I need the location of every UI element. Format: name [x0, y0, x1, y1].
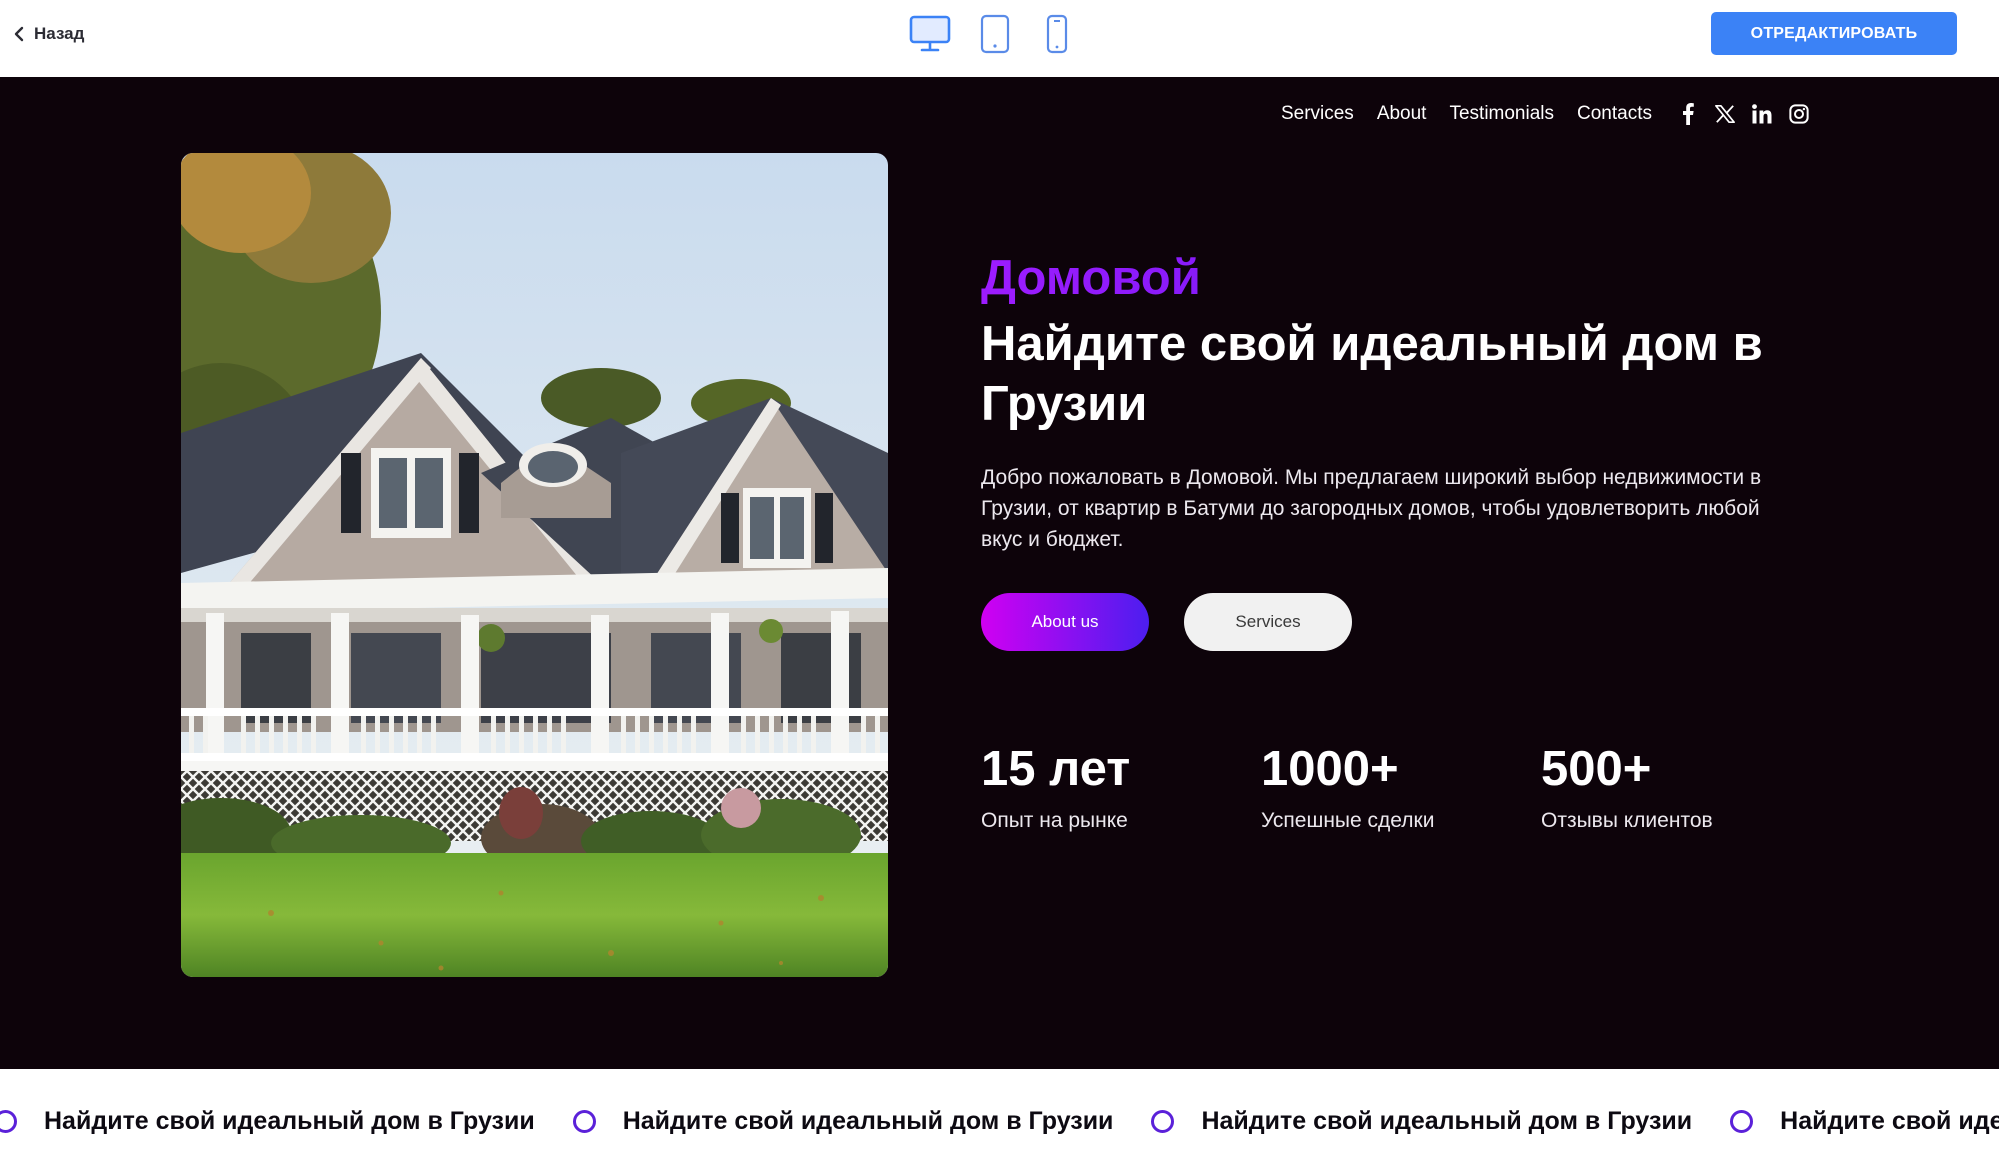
nav-link-contacts[interactable]: Contacts [1577, 103, 1652, 125]
circle-icon [0, 1110, 17, 1133]
ticker-text: Найдите свой идеальный дом в Грузии [44, 1107, 535, 1135]
nav-link-testimonials[interactable]: Testimonials [1449, 103, 1554, 125]
brand-name: Домовой [981, 250, 1821, 306]
x-icon [1715, 105, 1735, 123]
stat-experience: 15 лет Опыт на рынке [981, 741, 1261, 833]
device-mobile-button[interactable] [1042, 12, 1072, 56]
facebook-icon [1683, 103, 1694, 125]
circle-icon [572, 1110, 596, 1133]
marquee-ticker: Найдите свой идеальный дом в Грузии Найд… [0, 1069, 1999, 1174]
ticker-text: Найдите свой идеальный дом в Грузии [1780, 1107, 1999, 1135]
ticker-item: Найдите свой идеальный дом в Грузии [1113, 1107, 1692, 1136]
nav-link-services[interactable]: Services [1281, 103, 1354, 125]
stat-label: Успешные сделки [1261, 809, 1435, 832]
stat-label: Опыт на рынке [981, 809, 1128, 832]
stat-value: 15 лет [981, 742, 1131, 796]
ticker-item: Найдите свой идеальный дом в Грузии [0, 1107, 535, 1136]
hero-description: Добро пожаловать в Домовой. Мы предлагае… [981, 466, 1762, 551]
device-switcher [908, 12, 1072, 56]
ticker-item: Найдите свой идеальный дом в Грузии [535, 1107, 1114, 1136]
house-photo [181, 153, 888, 977]
stat-value: 1000+ [1261, 742, 1399, 796]
services-button[interactable]: Services [1184, 593, 1352, 651]
site-navigation: Services About Testimonials Contacts [1281, 99, 1809, 129]
ticker-text: Найдите свой идеальный дом в Грузии [1201, 1107, 1693, 1135]
linkedin-icon [1752, 104, 1772, 124]
ticker-text: Найдите свой идеальный дом в Грузии [622, 1107, 1114, 1135]
back-label: Назад [34, 24, 85, 43]
hero-headline: Найдите свой идеальный дом в Грузии [981, 317, 1763, 431]
back-link[interactable]: Назад [14, 22, 84, 46]
cta-group: About us Services [981, 593, 1821, 651]
ticker-item: Найдите свой идеальный дом в Грузии [1692, 1107, 1999, 1136]
stat-value: 500+ [1541, 742, 1652, 796]
mobile-icon [1046, 14, 1068, 54]
edit-button[interactable]: ОТРЕДАКТИРОВАТЬ [1711, 12, 1957, 55]
circle-icon [1151, 1110, 1175, 1133]
nav-link-about[interactable]: About [1377, 103, 1427, 125]
x-link[interactable] [1715, 103, 1735, 125]
instagram-icon [1789, 104, 1809, 124]
hero-content: Домовой Найдите свой идеальный дом в Гру… [981, 250, 1821, 833]
linkedin-link[interactable] [1752, 103, 1772, 125]
ticker-track: Найдите свой идеальный дом в Грузии Найд… [0, 1069, 1999, 1174]
circle-icon [1730, 1110, 1754, 1133]
instagram-link[interactable] [1789, 103, 1809, 125]
desktop-icon [909, 15, 951, 52]
tablet-icon [980, 14, 1010, 54]
editor-toolbar: Назад ОТРЕДАКТИРОВАТЬ [0, 0, 1999, 78]
stat-label: Отзывы клиентов [1541, 809, 1713, 832]
social-links [1678, 103, 1809, 125]
stat-deals: 1000+ Успешные сделки [1261, 741, 1541, 833]
stat-reviews: 500+ Отзывы клиентов [1541, 741, 1821, 833]
chevron-left-icon [14, 26, 24, 42]
facebook-link[interactable] [1678, 103, 1698, 125]
stats-row: 15 лет Опыт на рынке 1000+ Успешные сдел… [981, 741, 1821, 833]
device-tablet-button[interactable] [978, 12, 1012, 56]
about-us-button[interactable]: About us [981, 593, 1149, 651]
hero-section: Services About Testimonials Contacts Дом… [0, 77, 1999, 1069]
device-desktop-button[interactable] [908, 12, 952, 56]
